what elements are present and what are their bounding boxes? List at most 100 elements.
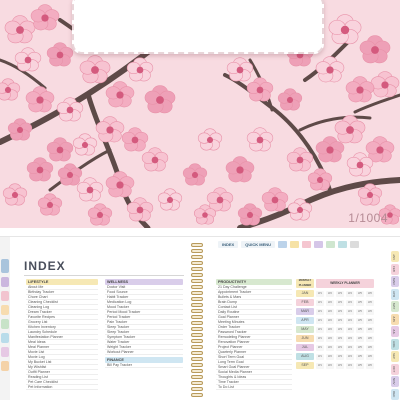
lifestyle-column: LIFESTYLE About Me Birthday Tracker Chore … xyxy=(26,279,98,390)
month-link[interactable]: FEB xyxy=(296,299,314,306)
nav-tab-blue[interactable] xyxy=(278,241,288,248)
finance-link[interactable]: Bill Pay Tracker xyxy=(105,363,183,368)
week-link[interactable]: W3 xyxy=(336,299,344,306)
week-link[interactable]: W4 xyxy=(346,317,354,324)
week-link[interactable]: W5 xyxy=(356,317,364,324)
week-link[interactable]: W3 xyxy=(336,362,344,369)
week-link[interactable]: W1 xyxy=(316,290,324,297)
week-link[interactable]: W2 xyxy=(326,308,334,315)
week-link[interactable]: W6 xyxy=(366,353,374,360)
month-link[interactable]: APR xyxy=(296,317,314,324)
left-tab-6[interactable] xyxy=(1,333,9,343)
week-link[interactable]: W4 xyxy=(346,362,354,369)
left-tab-5[interactable] xyxy=(1,319,9,329)
month-link[interactable]: JUL xyxy=(296,344,314,351)
week-link[interactable]: W2 xyxy=(326,362,334,369)
week-link[interactable]: W6 xyxy=(366,317,374,324)
week-link[interactable]: W4 xyxy=(346,344,354,351)
month-link[interactable]: MAR xyxy=(296,308,314,315)
month-tab[interactable]: NOV xyxy=(391,376,399,387)
week-link[interactable]: W2 xyxy=(326,326,334,333)
week-link[interactable]: W3 xyxy=(336,344,344,351)
month-tab[interactable]: MAR xyxy=(391,276,399,287)
month-tab[interactable]: FEB xyxy=(391,263,399,275)
left-tab-2[interactable] xyxy=(1,277,9,287)
month-tab[interactable]: JAN xyxy=(391,251,399,262)
week-link[interactable]: W5 xyxy=(356,344,364,351)
week-link[interactable]: W3 xyxy=(336,290,344,297)
index-heading: INDEX xyxy=(24,259,66,273)
nav-tab-green[interactable] xyxy=(326,241,336,248)
week-link[interactable]: W6 xyxy=(366,344,374,351)
week-link[interactable]: W4 xyxy=(346,335,354,342)
week-link[interactable]: W1 xyxy=(316,353,324,360)
left-tab-7[interactable] xyxy=(1,347,9,357)
week-link[interactable]: W6 xyxy=(366,326,374,333)
week-link[interactable]: W5 xyxy=(356,353,364,360)
week-link[interactable]: W6 xyxy=(366,299,374,306)
month-tab[interactable]: OCT xyxy=(391,363,399,375)
month-tab[interactable]: JUN xyxy=(391,313,399,325)
week-link[interactable]: W5 xyxy=(356,326,364,333)
week-link[interactable]: W1 xyxy=(316,317,324,324)
month-link[interactable]: JAN xyxy=(296,290,314,297)
month-tab[interactable]: AUG xyxy=(391,338,399,350)
left-tab-day[interactable] xyxy=(1,259,9,273)
month-link[interactable]: AUG xyxy=(296,353,314,360)
week-link[interactable]: W1 xyxy=(316,335,324,342)
nav-tab-pink[interactable] xyxy=(302,241,312,248)
nav-tab-gray[interactable] xyxy=(350,241,360,248)
productivity-link[interactable]: To Do List xyxy=(216,385,292,390)
month-link[interactable]: MAY xyxy=(296,326,314,333)
week-link[interactable]: W2 xyxy=(326,317,334,324)
week-link[interactable]: W5 xyxy=(356,290,364,297)
week-link[interactable]: W6 xyxy=(366,290,374,297)
week-link[interactable]: W1 xyxy=(316,362,324,369)
week-link[interactable]: W4 xyxy=(346,290,354,297)
lifestyle-link[interactable]: Pet Information xyxy=(26,385,98,390)
month-tab[interactable]: DEC xyxy=(391,388,399,400)
week-link[interactable]: W2 xyxy=(326,299,334,306)
week-link[interactable]: W5 xyxy=(356,299,364,306)
week-link[interactable]: W6 xyxy=(366,308,374,315)
month-link[interactable]: SEP xyxy=(296,362,314,369)
nav-index-button[interactable]: INDEX xyxy=(218,241,239,248)
week-link[interactable]: W4 xyxy=(346,353,354,360)
nav-tab-teal[interactable] xyxy=(338,241,348,248)
blossom xyxy=(87,203,113,226)
week-link[interactable]: W4 xyxy=(346,326,354,333)
month-tab[interactable]: SEP xyxy=(391,351,399,362)
week-link[interactable]: W3 xyxy=(336,335,344,342)
week-link[interactable]: W1 xyxy=(316,308,324,315)
week-link[interactable]: W3 xyxy=(336,308,344,315)
month-tab[interactable]: MAY xyxy=(391,301,399,312)
month-tab[interactable]: JUL xyxy=(391,326,399,337)
nav-quick-menu-button[interactable]: QUICK MENU xyxy=(241,241,276,248)
week-link[interactable]: W2 xyxy=(326,335,334,342)
week-link[interactable]: W3 xyxy=(336,317,344,324)
left-tab-3[interactable] xyxy=(1,291,9,301)
week-link[interactable]: W2 xyxy=(326,353,334,360)
month-link[interactable]: JUN xyxy=(296,335,314,342)
wellness-link[interactable]: Workout Planner xyxy=(105,350,183,355)
week-link[interactable]: W3 xyxy=(336,353,344,360)
week-link[interactable]: W6 xyxy=(366,362,374,369)
nav-tab-purple[interactable] xyxy=(314,241,324,248)
month-tab[interactable]: APR xyxy=(391,288,399,300)
week-link[interactable]: W5 xyxy=(356,335,364,342)
week-link[interactable]: W1 xyxy=(316,326,324,333)
week-link[interactable]: W3 xyxy=(336,326,344,333)
nav-tab-yellow[interactable] xyxy=(290,241,300,248)
week-link[interactable]: W4 xyxy=(346,299,354,306)
left-tab-4[interactable] xyxy=(1,305,9,315)
left-tab-8[interactable] xyxy=(1,361,9,371)
week-link[interactable]: W5 xyxy=(356,362,364,369)
week-link[interactable]: W1 xyxy=(316,344,324,351)
week-link[interactable]: W6 xyxy=(366,335,374,342)
week-link[interactable]: W2 xyxy=(326,344,334,351)
week-link[interactable]: W2 xyxy=(326,290,334,297)
week-link[interactable]: W5 xyxy=(356,308,364,315)
binder-rings xyxy=(190,243,204,400)
week-link[interactable]: W4 xyxy=(346,308,354,315)
week-link[interactable]: W1 xyxy=(316,299,324,306)
